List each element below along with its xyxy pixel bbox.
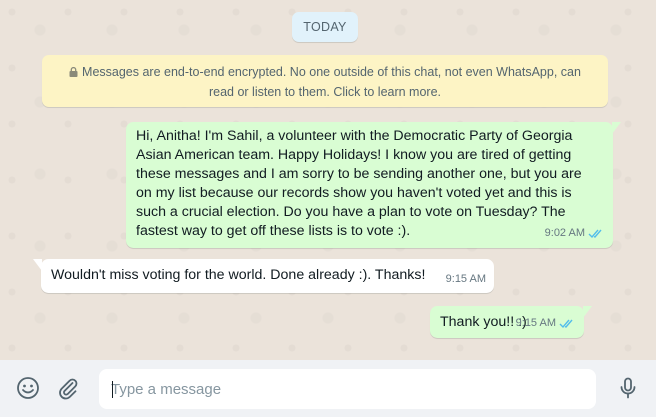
microphone-icon <box>620 377 636 399</box>
encryption-notice-text: Messages are end-to-end encrypted. No on… <box>82 65 581 99</box>
encryption-notice[interactable]: Messages are end-to-end encrypted. No on… <box>42 55 608 107</box>
double-check-read-icon <box>559 319 573 329</box>
message-meta: 9:15 AM <box>516 314 575 333</box>
paperclip-icon <box>59 378 78 400</box>
chat-area[interactable]: TODAY Messages are end-to-end encrypted.… <box>0 0 656 360</box>
message-bubble-outgoing[interactable]: Thank you!! :) 9:15 AM <box>430 306 592 338</box>
voice-message-button[interactable] <box>615 375 641 401</box>
message-text: Wouldn't miss voting for the world. Done… <box>51 267 426 283</box>
message-bubble-outgoing[interactable]: Hi, Anitha! I'm Sahil, a volunteer with … <box>126 122 621 248</box>
emoji-icon <box>17 377 39 399</box>
message-time: 9:15 AM <box>515 317 556 329</box>
message-time: 9:15 AM <box>445 273 486 285</box>
message-text: Thank you!! :) <box>440 314 527 330</box>
message-meta: 9:15 AM <box>446 270 486 289</box>
message-meta: 9:02 AM <box>545 224 604 243</box>
message-input[interactable] <box>99 369 596 409</box>
double-check-read-icon <box>588 229 602 239</box>
message-time: 9:02 AM <box>544 227 585 239</box>
date-chip-label: TODAY <box>303 20 347 34</box>
message-composer <box>0 360 656 417</box>
message-bubble-incoming[interactable]: Wouldn't miss voting for the world. Done… <box>33 259 494 293</box>
text-caret <box>112 381 113 398</box>
message-text: Hi, Anitha! I'm Sahil, a volunteer with … <box>136 128 582 239</box>
attach-button[interactable] <box>55 375 81 401</box>
lock-icon <box>69 67 78 77</box>
date-chip: TODAY <box>292 12 358 42</box>
emoji-button[interactable] <box>15 375 41 401</box>
